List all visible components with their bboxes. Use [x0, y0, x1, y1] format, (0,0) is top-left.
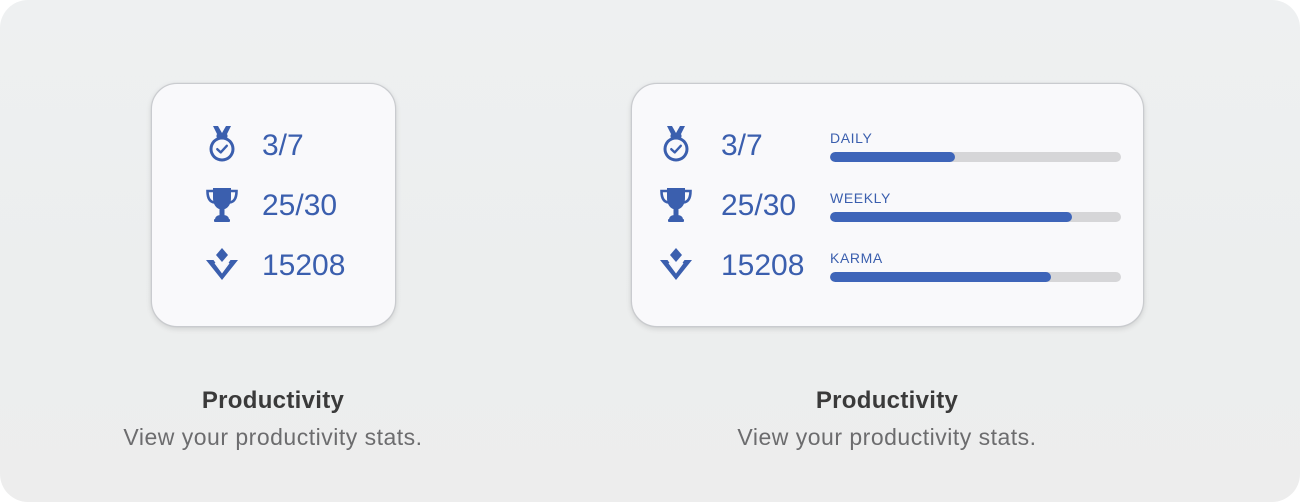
daily-progress-fill [830, 152, 956, 162]
widget-title: Productivity [815, 387, 959, 414]
karma-value: 15208 [262, 249, 346, 282]
widget-caption-medium: Productivity View your productivity stat… [667, 386, 1107, 452]
weekly-progress-fill [830, 212, 1072, 222]
karma-progress-fill [830, 272, 1052, 282]
widget-title: Productivity [201, 387, 345, 414]
productivity-widget-medium[interactable]: 3/7 DAILY 25/30 WEEKLY 15208 KARMA [631, 83, 1144, 327]
weekly-value: 25/30 [262, 189, 338, 222]
daily-value: 3/7 [721, 129, 763, 162]
trophy-icon [658, 184, 694, 224]
weekly-progress-bar [830, 212, 1121, 222]
widget-description: View your productivity stats. [737, 424, 1037, 450]
daily-progress-bar [830, 152, 1121, 162]
widget-gallery-panel: 3/7 25/30 15208 3/7 DAILY 25/30 WEEKLY 1… [0, 0, 1300, 502]
weekly-value: 25/30 [721, 189, 797, 222]
trophy-icon [204, 184, 240, 224]
stats-list: 3/7 25/30 15208 [152, 84, 397, 328]
productivity-widget-small[interactable]: 3/7 25/30 15208 [151, 83, 396, 327]
weekly-bar-label: WEEKLY [830, 190, 891, 206]
karma-progress-bar [830, 272, 1121, 282]
widget-caption-small: Productivity View your productivity stat… [53, 386, 493, 452]
stats-list: 3/7 DAILY 25/30 WEEKLY 15208 KARMA [632, 84, 1145, 328]
daily-bar-label: DAILY [830, 130, 873, 146]
karma-icon [204, 244, 240, 284]
karma-value: 15208 [721, 249, 805, 282]
medal-icon [204, 124, 240, 164]
daily-value: 3/7 [262, 129, 304, 162]
widget-description: View your productivity stats. [123, 424, 423, 450]
karma-bar-label: KARMA [830, 250, 883, 266]
medal-icon [658, 124, 694, 164]
karma-icon [658, 244, 694, 284]
